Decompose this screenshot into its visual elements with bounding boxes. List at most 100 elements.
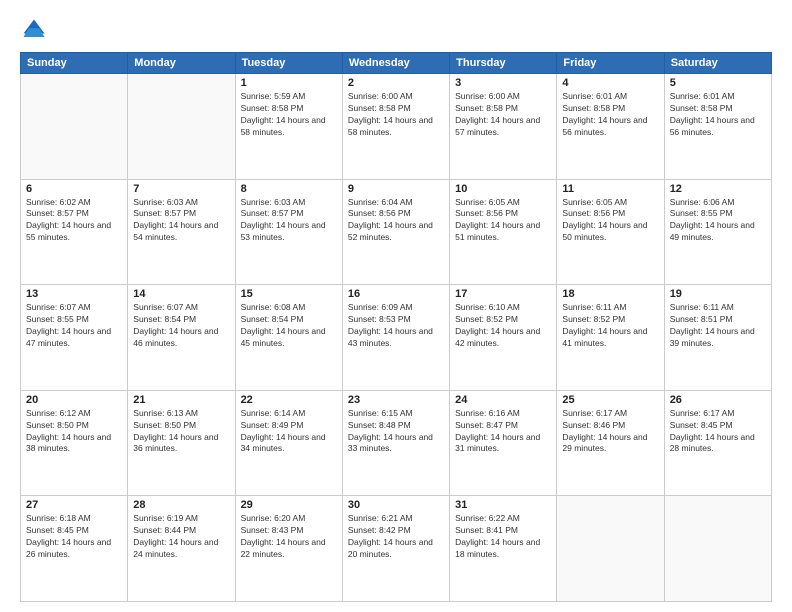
weekday-header-row: SundayMondayTuesdayWednesdayThursdayFrid… [21, 53, 772, 74]
day-info: Sunrise: 6:17 AMSunset: 8:46 PMDaylight:… [562, 408, 658, 456]
day-info: Sunrise: 6:11 AMSunset: 8:52 PMDaylight:… [562, 302, 658, 350]
day-number: 1 [241, 77, 337, 89]
day-info: Sunrise: 6:02 AMSunset: 8:57 PMDaylight:… [26, 197, 122, 245]
day-number: 23 [348, 394, 444, 406]
calendar-cell [21, 74, 128, 180]
day-info: Sunrise: 6:12 AMSunset: 8:50 PMDaylight:… [26, 408, 122, 456]
day-number: 11 [562, 183, 658, 195]
calendar-cell: 12Sunrise: 6:06 AMSunset: 8:55 PMDayligh… [664, 179, 771, 285]
day-number: 22 [241, 394, 337, 406]
day-info: Sunrise: 6:10 AMSunset: 8:52 PMDaylight:… [455, 302, 551, 350]
week-row-5: 27 Sunrise: 6:18 AMSunset: 8:45 PMDayligh… [21, 496, 772, 602]
weekday-header-monday: Monday [128, 53, 235, 74]
calendar-cell: 11Sunrise: 6:05 AMSunset: 8:56 PMDayligh… [557, 179, 664, 285]
weekday-header-wednesday: Wednesday [342, 53, 449, 74]
calendar-cell: 26 Sunrise: 6:17 AMSunset: 8:45 PMDayligh… [664, 390, 771, 496]
week-row-2: 6Sunrise: 6:02 AMSunset: 8:57 PMDaylight… [21, 179, 772, 285]
week-row-1: 1 Sunrise: 5:59 AMSunset: 8:58 PMDaylight… [21, 74, 772, 180]
day-info: Sunrise: 6:03 AMSunset: 8:57 PMDaylight:… [241, 197, 337, 245]
calendar-cell: 18 Sunrise: 6:11 AMSunset: 8:52 PMDayligh… [557, 285, 664, 391]
day-number: 2 [348, 77, 444, 89]
day-info: Sunrise: 5:59 AMSunset: 8:58 PMDaylight:… [241, 91, 337, 139]
logo-icon [20, 16, 48, 44]
calendar-cell: 24 Sunrise: 6:16 AMSunset: 8:47 PMDayligh… [450, 390, 557, 496]
day-number: 29 [241, 499, 337, 511]
calendar-cell: 1 Sunrise: 5:59 AMSunset: 8:58 PMDaylight… [235, 74, 342, 180]
calendar-cell: 4 Sunrise: 6:01 AMSunset: 8:58 PMDaylight… [557, 74, 664, 180]
day-info: Sunrise: 6:00 AMSunset: 8:58 PMDaylight:… [348, 91, 444, 139]
day-info: Sunrise: 6:18 AMSunset: 8:45 PMDaylight:… [26, 513, 122, 561]
day-number: 18 [562, 288, 658, 300]
day-number: 5 [670, 77, 766, 89]
day-number: 24 [455, 394, 551, 406]
day-info: Sunrise: 6:05 AMSunset: 8:56 PMDaylight:… [455, 197, 551, 245]
calendar-cell: 31Sunrise: 6:22 AMSunset: 8:41 PMDayligh… [450, 496, 557, 602]
calendar-cell: 25 Sunrise: 6:17 AMSunset: 8:46 PMDayligh… [557, 390, 664, 496]
week-row-4: 20 Sunrise: 6:12 AMSunset: 8:50 PMDayligh… [21, 390, 772, 496]
day-info: Sunrise: 6:17 AMSunset: 8:45 PMDaylight:… [670, 408, 766, 456]
calendar-cell: 21 Sunrise: 6:13 AMSunset: 8:50 PMDayligh… [128, 390, 235, 496]
day-info: Sunrise: 6:16 AMSunset: 8:47 PMDaylight:… [455, 408, 551, 456]
day-number: 13 [26, 288, 122, 300]
day-info: Sunrise: 6:08 AMSunset: 8:54 PMDaylight:… [241, 302, 337, 350]
calendar-cell: 3 Sunrise: 6:00 AMSunset: 8:58 PMDaylight… [450, 74, 557, 180]
weekday-header-saturday: Saturday [664, 53, 771, 74]
day-number: 25 [562, 394, 658, 406]
day-number: 19 [670, 288, 766, 300]
day-number: 28 [133, 499, 229, 511]
day-info: Sunrise: 6:20 AMSunset: 8:43 PMDaylight:… [241, 513, 337, 561]
day-info: Sunrise: 6:00 AMSunset: 8:58 PMDaylight:… [455, 91, 551, 139]
weekday-header-thursday: Thursday [450, 53, 557, 74]
day-info: Sunrise: 6:07 AMSunset: 8:54 PMDaylight:… [133, 302, 229, 350]
calendar-cell: 8 Sunrise: 6:03 AMSunset: 8:57 PMDaylight… [235, 179, 342, 285]
day-info: Sunrise: 6:19 AMSunset: 8:44 PMDaylight:… [133, 513, 229, 561]
header [20, 16, 772, 44]
calendar-cell: 20 Sunrise: 6:12 AMSunset: 8:50 PMDayligh… [21, 390, 128, 496]
week-row-3: 13 Sunrise: 6:07 AMSunset: 8:55 PMDayligh… [21, 285, 772, 391]
day-info: Sunrise: 6:13 AMSunset: 8:50 PMDaylight:… [133, 408, 229, 456]
day-info: Sunrise: 6:01 AMSunset: 8:58 PMDaylight:… [670, 91, 766, 139]
day-number: 21 [133, 394, 229, 406]
day-info: Sunrise: 6:03 AMSunset: 8:57 PMDaylight:… [133, 197, 229, 245]
logo [20, 16, 52, 44]
day-number: 16 [348, 288, 444, 300]
day-info: Sunrise: 6:07 AMSunset: 8:55 PMDaylight:… [26, 302, 122, 350]
calendar-cell: 29 Sunrise: 6:20 AMSunset: 8:43 PMDayligh… [235, 496, 342, 602]
day-info: Sunrise: 6:11 AMSunset: 8:51 PMDaylight:… [670, 302, 766, 350]
calendar-cell: 16 Sunrise: 6:09 AMSunset: 8:53 PMDayligh… [342, 285, 449, 391]
calendar-cell: 28 Sunrise: 6:19 AMSunset: 8:44 PMDayligh… [128, 496, 235, 602]
day-number: 7 [133, 183, 229, 195]
calendar-cell: 15 Sunrise: 6:08 AMSunset: 8:54 PMDayligh… [235, 285, 342, 391]
calendar-cell: 10Sunrise: 6:05 AMSunset: 8:56 PMDayligh… [450, 179, 557, 285]
day-info: Sunrise: 6:01 AMSunset: 8:58 PMDaylight:… [562, 91, 658, 139]
day-number: 15 [241, 288, 337, 300]
calendar-cell: 9 Sunrise: 6:04 AMSunset: 8:56 PMDaylight… [342, 179, 449, 285]
calendar-cell: 27 Sunrise: 6:18 AMSunset: 8:45 PMDayligh… [21, 496, 128, 602]
calendar-cell: 30 Sunrise: 6:21 AMSunset: 8:42 PMDayligh… [342, 496, 449, 602]
day-number: 4 [562, 77, 658, 89]
calendar-cell: 19 Sunrise: 6:11 AMSunset: 8:51 PMDayligh… [664, 285, 771, 391]
day-number: 31 [455, 499, 551, 511]
day-info: Sunrise: 6:04 AMSunset: 8:56 PMDaylight:… [348, 197, 444, 245]
day-info: Sunrise: 6:21 AMSunset: 8:42 PMDaylight:… [348, 513, 444, 561]
day-number: 20 [26, 394, 122, 406]
calendar-table: SundayMondayTuesdayWednesdayThursdayFrid… [20, 52, 772, 602]
day-number: 8 [241, 183, 337, 195]
calendar-cell: 17 Sunrise: 6:10 AMSunset: 8:52 PMDayligh… [450, 285, 557, 391]
calendar-cell: 2 Sunrise: 6:00 AMSunset: 8:58 PMDaylight… [342, 74, 449, 180]
weekday-header-sunday: Sunday [21, 53, 128, 74]
day-number: 17 [455, 288, 551, 300]
page: SundayMondayTuesdayWednesdayThursdayFrid… [0, 0, 792, 612]
day-number: 26 [670, 394, 766, 406]
day-number: 27 [26, 499, 122, 511]
day-number: 30 [348, 499, 444, 511]
day-number: 9 [348, 183, 444, 195]
calendar-cell: 7 Sunrise: 6:03 AMSunset: 8:57 PMDaylight… [128, 179, 235, 285]
calendar-cell: 14Sunrise: 6:07 AMSunset: 8:54 PMDayligh… [128, 285, 235, 391]
day-info: Sunrise: 6:06 AMSunset: 8:55 PMDaylight:… [670, 197, 766, 245]
day-info: Sunrise: 6:09 AMSunset: 8:53 PMDaylight:… [348, 302, 444, 350]
calendar-cell [557, 496, 664, 602]
day-number: 3 [455, 77, 551, 89]
calendar-cell [128, 74, 235, 180]
calendar-cell [664, 496, 771, 602]
